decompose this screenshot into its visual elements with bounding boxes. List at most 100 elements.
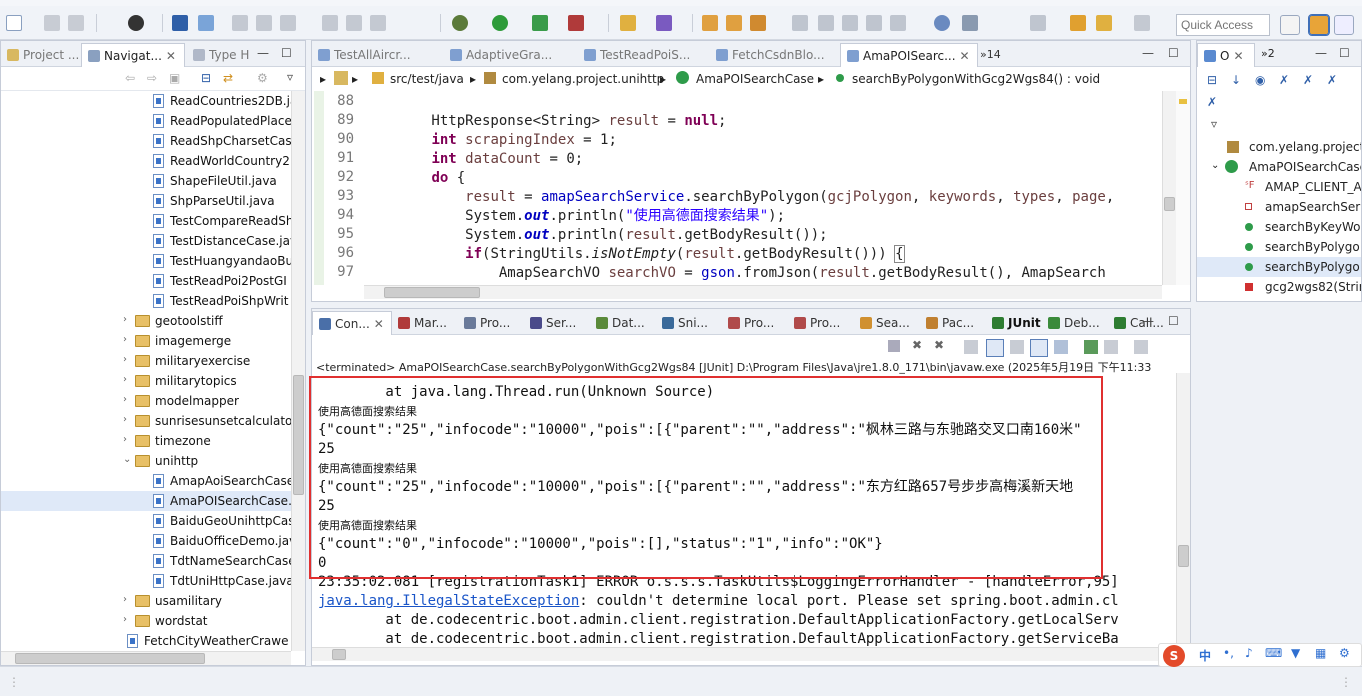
folder-item[interactable]: ⌄ unihttp [1, 451, 291, 471]
new-icon[interactable] [6, 15, 22, 31]
file-item[interactable]: ReadPopulatedPlace [1, 111, 291, 131]
debug-perspective-icon[interactable] [1334, 15, 1354, 35]
show-when-out-icon[interactable] [1030, 339, 1048, 357]
outline-item[interactable]: amapSearchSer [1197, 197, 1361, 217]
tab-editor-fetchcsdnblo[interactable]: FetchCsdnBlo... [710, 43, 840, 67]
collapse-all-icon[interactable]: ⊟ [201, 71, 211, 85]
outline-item[interactable]: ⌄ AmaPOISearchCase [1197, 157, 1361, 177]
chevron-icon[interactable]: › [123, 374, 127, 385]
quick-access-input[interactable] [1176, 14, 1270, 36]
tools-icon[interactable]: ▦ [1315, 646, 1326, 660]
maximize-icon[interactable]: ☐ [1168, 46, 1179, 60]
back-icon[interactable] [1096, 15, 1112, 31]
open-console-icon[interactable] [1134, 340, 1148, 354]
file-item[interactable]: AmaPOISearchCase.j [1, 491, 291, 511]
search-icon[interactable] [750, 15, 766, 31]
punctuation-icon[interactable]: •, [1223, 646, 1234, 660]
minimize-icon[interactable]: — [257, 46, 269, 60]
view-menu-icon[interactable]: ▿ [287, 70, 293, 84]
navigator-hscroll[interactable] [1, 651, 291, 665]
tab-console[interactable]: Con... ✕ [312, 311, 392, 335]
java-perspective-icon[interactable] [1308, 14, 1330, 36]
file-item[interactable]: ReadWorldCountry2 [1, 151, 291, 171]
tab-snippets[interactable]: Sni... [656, 311, 722, 335]
suspend-icon[interactable] [256, 15, 272, 31]
close-icon[interactable]: ✕ [1233, 49, 1243, 63]
step-return-icon[interactable] [370, 15, 386, 31]
code-area[interactable]: 88 89 HttpResponse<String> result = null;… [312, 91, 1162, 285]
outline-item[interactable]: ˢF AMAP_CLIENT_A [1197, 177, 1361, 197]
tab-problems[interactable]: Pro... [458, 311, 524, 335]
tab-project-explorer[interactable]: Project ... [1, 43, 81, 67]
terminal-icon[interactable] [172, 15, 188, 31]
folder-item[interactable]: › wordstat [1, 611, 291, 631]
filter-icon[interactable]: ⚙ [257, 71, 268, 85]
close-icon[interactable]: ✕ [960, 49, 970, 63]
file-item[interactable]: TestReadPoi2PostGI [1, 271, 291, 291]
forward-icon[interactable] [1134, 15, 1150, 31]
annotation-icon[interactable] [818, 15, 834, 31]
code-line[interactable]: System.out.println(result.getBodyResult(… [364, 226, 827, 245]
file-item[interactable]: ReadCountries2DB.ja [1, 91, 291, 111]
view-menu-icon[interactable]: ▿ [1211, 117, 1217, 131]
code-line[interactable]: int scrapingIndex = 1; [364, 131, 616, 150]
show-whitespace-icon[interactable] [866, 15, 882, 31]
run-icon[interactable] [492, 15, 508, 31]
chevron-icon[interactable]: ⌄ [1211, 160, 1219, 171]
code-line[interactable]: if(StringUtils.isNotEmpty(result.getBody… [364, 245, 905, 264]
coverage-icon[interactable] [532, 15, 548, 31]
resume-icon[interactable] [232, 15, 248, 31]
tab-type-hierarchy[interactable]: Type H [187, 43, 267, 67]
minimize-icon[interactable]: — [1142, 46, 1154, 60]
collapse-all-icon[interactable]: ⊟ [1207, 73, 1217, 87]
code-line[interactable]: do { [364, 169, 465, 188]
breadcrumb-package[interactable]: com.yelang.project.unihttp [502, 72, 664, 86]
file-item[interactable]: AmapAoiSearchCase [1, 471, 291, 491]
file-item[interactable]: TestDistanceCase.jav [1, 231, 291, 251]
chevron-icon[interactable]: ⌄ [123, 454, 131, 465]
tab-editor-testreadpois[interactable]: TestReadPoiS... [578, 43, 710, 67]
hide-static-icon[interactable]: ✗ [1279, 73, 1289, 87]
code-line[interactable]: AmapSearchVO searchVO = gson.fromJson(re… [364, 264, 1106, 283]
editor-overflow-indicator[interactable]: »14 [980, 48, 1001, 61]
tab-servers[interactable]: Ser... [524, 311, 590, 335]
outline-item[interactable]: searchByKeyWo [1197, 217, 1361, 237]
settings-icon[interactable]: ⚙ [1339, 646, 1350, 660]
save-icon[interactable] [44, 15, 60, 31]
folder-item[interactable]: › imagemerge [1, 331, 291, 351]
remove-launch-icon[interactable]: ✖ [912, 338, 922, 352]
breadcrumb-method[interactable]: searchByPolygonWithGcg2Wgs84() : void [852, 72, 1100, 86]
tab-debug[interactable]: Deb... [1042, 311, 1108, 335]
code-line[interactable]: int dataCount = 0; [364, 150, 583, 169]
skip-breakpoints-icon[interactable] [198, 15, 214, 31]
last-edit-icon[interactable] [1070, 15, 1086, 31]
debug-icon[interactable] [452, 15, 468, 31]
tab-navigator[interactable]: Navigat... ✕ [81, 43, 185, 67]
exception-link[interactable]: java.lang.IllegalStateException [318, 593, 579, 609]
hide-fields-icon[interactable]: ◉ [1255, 73, 1265, 87]
tab-progress[interactable]: Pro... [722, 311, 788, 335]
folder-item[interactable]: › usamilitary [1, 591, 291, 611]
chevron-icon[interactable]: › [123, 434, 127, 445]
terminate-icon[interactable] [280, 15, 296, 31]
chevron-icon[interactable]: › [123, 414, 127, 425]
close-icon[interactable]: ✕ [166, 49, 176, 63]
save-all-icon[interactable] [68, 15, 84, 31]
tab-junit[interactable]: JUnit [986, 311, 1042, 335]
terminate-icon[interactable] [888, 340, 900, 352]
tab-outline[interactable]: O ✕ [1197, 43, 1255, 67]
editor-vscroll[interactable] [1162, 91, 1176, 285]
folder-item[interactable]: › modelmapper [1, 391, 291, 411]
word-wrap-icon[interactable] [1010, 340, 1024, 354]
folder-item[interactable]: › sunrisesunsetcalculator [1, 411, 291, 431]
file-item[interactable]: FetchCityWeatherCrawe [1, 631, 291, 651]
tab-editor-amapoisearc[interactable]: AmaPOISearc... ✕ [840, 43, 978, 67]
navigator-vscroll[interactable] [291, 91, 305, 651]
tab-data-source[interactable]: Dat... [590, 311, 656, 335]
minimize-icon[interactable]: — [1142, 314, 1154, 328]
link-editor-icon[interactable]: ✗ [1207, 95, 1217, 109]
clear-console-icon[interactable] [964, 340, 978, 354]
new-package-icon[interactable] [656, 15, 672, 31]
chevron-icon[interactable]: › [123, 594, 127, 605]
new-java-project-icon[interactable] [620, 15, 636, 31]
